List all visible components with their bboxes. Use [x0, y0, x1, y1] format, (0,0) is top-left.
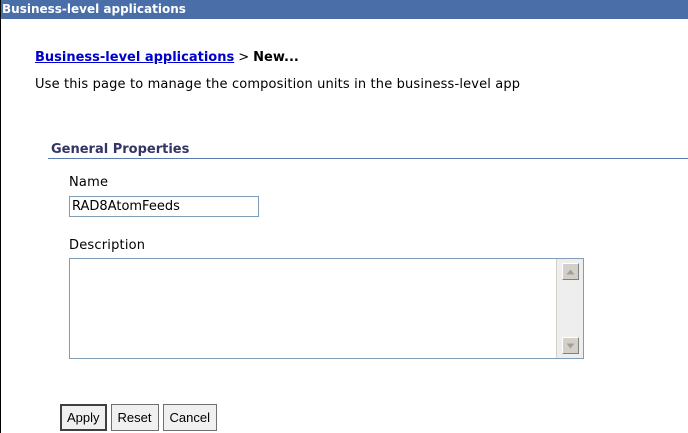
- section-divider: [48, 158, 688, 159]
- description-field: [69, 258, 584, 359]
- description-scrollbar[interactable]: [556, 259, 583, 358]
- apply-button[interactable]: Apply: [60, 404, 107, 431]
- breadcrumb: Business-level applications > New...: [35, 50, 299, 65]
- cancel-button[interactable]: Cancel: [162, 404, 217, 431]
- section-title-general-properties: General Properties: [51, 142, 190, 157]
- name-input[interactable]: [69, 196, 259, 217]
- page-description: Use this page to manage the composition …: [35, 77, 521, 92]
- button-bar: Apply Reset Cancel: [60, 404, 217, 431]
- description-textarea[interactable]: [70, 259, 555, 358]
- description-label: Description: [69, 238, 146, 253]
- breadcrumb-separator: >: [238, 50, 250, 65]
- scroll-up-icon[interactable]: [562, 263, 579, 280]
- name-label: Name: [69, 175, 109, 190]
- window-title: Business-level applications: [1, 0, 688, 19]
- scroll-down-icon[interactable]: [562, 337, 579, 354]
- breadcrumb-current: New...: [253, 50, 299, 65]
- reset-button[interactable]: Reset: [110, 404, 159, 431]
- breadcrumb-link-business-level-applications[interactable]: Business-level applications: [35, 50, 234, 65]
- page-frame: Business-level applications Business-lev…: [0, 0, 688, 433]
